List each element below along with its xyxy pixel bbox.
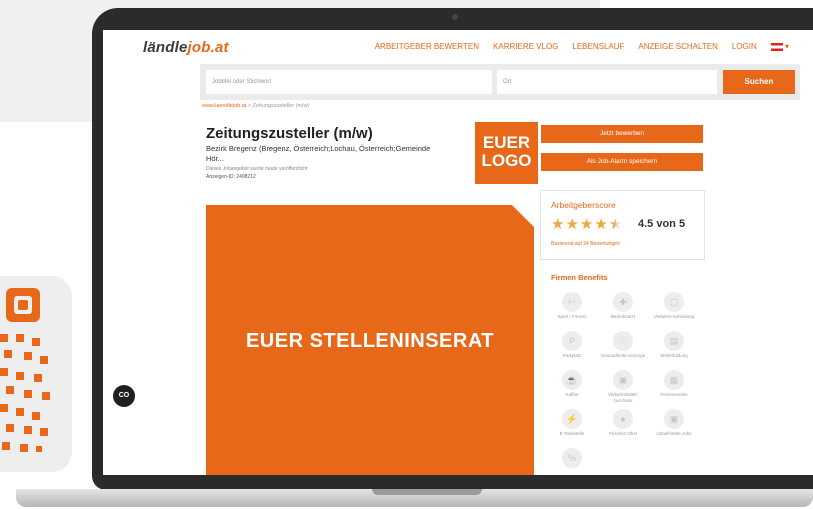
- star-icon: ★: [579, 216, 594, 233]
- banner-fold: [512, 205, 534, 227]
- benefit-item: ▣ Unbefristete Jobs: [650, 409, 698, 437]
- benefit-label: Sport / Fitness: [557, 314, 587, 319]
- benefit-item: %: [548, 448, 596, 470]
- breadcrumb-current: Zeitungszusteller (m/w): [252, 103, 310, 109]
- benefit-label: Firmenevents: [660, 392, 688, 397]
- nav-link-login[interactable]: LOGIN: [732, 42, 757, 51]
- benefit-item: ▣ Verkehrsmittel-zuschuss: [599, 370, 647, 403]
- keyword-input[interactable]: Jobtitel oder Stichwort: [206, 70, 492, 94]
- benefit-item: ☕ Kaffee: [548, 370, 596, 398]
- nav-link-lebenslauf[interactable]: LEBENSLAUF: [572, 42, 624, 51]
- benefit-item: ♡ Gesundheits-vorsorge: [599, 331, 647, 359]
- employer-score-title: Arbeitgeberscore: [551, 200, 616, 210]
- search-bar: Jobtitel oder Stichwort Ort Suchen: [200, 64, 800, 100]
- published-note: Dieses Jobangebot wurde heute veröffentl…: [206, 166, 308, 172]
- benefit-label: Verkehrsmittel-zuschuss: [607, 392, 638, 403]
- train-icon: ▣: [613, 370, 633, 390]
- benefit-item: ▤ Weiterbildung: [650, 331, 698, 359]
- benefits-title: Firmen Benefits: [551, 273, 608, 282]
- qr-code: [0, 276, 72, 472]
- benefit-item: ● Frisches Obst: [599, 409, 647, 437]
- save-job-alarm-button[interactable]: Als Job-Alarm speichern: [541, 153, 703, 171]
- dumbbell-icon: ⊢: [562, 292, 582, 312]
- ad-id: Anzeigen-ID: 2498212: [206, 174, 256, 180]
- austria-flag-icon: [770, 42, 783, 51]
- benefit-label: Betriebsarzt: [610, 314, 635, 319]
- benefit-label: Unbefristete Jobs: [656, 431, 692, 436]
- star-icon: ★: [608, 216, 623, 233]
- breadcrumb-separator: >: [247, 103, 252, 109]
- logo-text-part2: job.at: [187, 39, 229, 56]
- job-title: Zeitungszusteller (m/w): [206, 125, 373, 142]
- company-logo-line2: LOGO: [481, 151, 532, 170]
- site-logo[interactable]: ländlejob.at: [143, 39, 229, 56]
- job-ad-banner: EUER STELLENINSERAT: [206, 205, 534, 475]
- benefit-item: ▦ Firmenevents: [650, 370, 698, 398]
- nav-link-arbeitgeber-bewerten[interactable]: ARBEITGEBER BEWERTEN: [375, 42, 479, 51]
- coffee-icon: ☕: [562, 370, 582, 390]
- search-button[interactable]: Suchen: [723, 70, 795, 94]
- star-rating: ★ ★ ★ ★ ★: [551, 216, 622, 233]
- bus-icon: ▢: [664, 292, 684, 312]
- benefit-label: Verkehrs-anbindung: [653, 314, 695, 319]
- top-navigation: ländlejob.at ARBEITGEBER BEWERTEN KARRIE…: [103, 30, 813, 62]
- benefit-item: ▢ Verkehrs-anbindung: [650, 292, 698, 320]
- nav-links: ARBEITGEBER BEWERTEN KARRIERE VLOG LEBEN…: [375, 42, 789, 51]
- location-input[interactable]: Ort: [497, 70, 717, 94]
- benefit-item: ⚡ E-Tankstelle: [548, 409, 596, 437]
- benefit-label: Gesundheits-vorsorge: [600, 353, 646, 358]
- benefit-label: Parkplatz: [562, 353, 582, 358]
- ev-charger-icon: ⚡: [562, 409, 582, 429]
- percent-icon: %: [562, 448, 582, 468]
- apply-button[interactable]: Jetzt bewerben: [541, 125, 703, 143]
- job-location: Bezirk Bregenz (Bregenz, Österreich;Loch…: [206, 144, 431, 163]
- breadcrumb: www.laendlejob.at > Zeitungszusteller (m…: [202, 103, 309, 109]
- benefit-label: Kaffee: [565, 392, 579, 397]
- benefit-label: Frisches Obst: [609, 431, 637, 436]
- book-icon: ▤: [664, 331, 684, 351]
- employer-score-card: Arbeitgeberscore ★ ★ ★ ★ ★ 4.5 von 5 Basiere…: [540, 190, 705, 260]
- benefit-item: ✚ Betriebsarzt: [599, 292, 647, 320]
- star-icon: ★: [565, 216, 579, 233]
- company-logo: EUER LOGO: [475, 122, 538, 184]
- lock-icon: ▣: [664, 409, 684, 429]
- nav-link-karriere-vlog[interactable]: KARRIERE VLOG: [493, 42, 558, 51]
- language-marker: ▾: [784, 42, 789, 51]
- heart-icon: ♡: [613, 331, 633, 351]
- banner-text: EUER STELLENINSERAT: [245, 330, 495, 352]
- apple-icon: ●: [613, 409, 633, 429]
- parking-icon: P: [562, 331, 582, 351]
- benefit-item: ⊢ Sport / Fitness: [548, 292, 596, 320]
- company-logo-line1: EUER: [482, 133, 531, 152]
- calendar-icon: ▦: [664, 370, 684, 390]
- benefit-item: P Parkplatz: [548, 331, 596, 359]
- nav-link-anzeige-schalten[interactable]: ANZEIGE SCHALTEN: [638, 42, 717, 51]
- star-icon: ★: [594, 216, 608, 233]
- laptop-notch: [372, 489, 482, 495]
- language-selector[interactable]: ▾: [770, 42, 789, 51]
- cookie-settings-button[interactable]: CO: [113, 385, 135, 407]
- score-basis-link[interactable]: Basierend auf 24 Bewertungen: [551, 241, 620, 247]
- logo-text-part1: ländle: [143, 39, 188, 56]
- score-value: 4.5 von 5: [638, 218, 686, 230]
- webcam: [452, 14, 458, 20]
- benefit-label: Weiterbildung: [660, 353, 688, 358]
- medical-bag-icon: ✚: [613, 292, 633, 312]
- benefit-label: E-Tankstelle: [559, 431, 585, 436]
- star-icon: ★: [551, 216, 565, 233]
- browser-screen: ländlejob.at ARBEITGEBER BEWERTEN KARRIE…: [103, 30, 813, 475]
- breadcrumb-home-link[interactable]: www.laendlejob.at: [202, 103, 246, 109]
